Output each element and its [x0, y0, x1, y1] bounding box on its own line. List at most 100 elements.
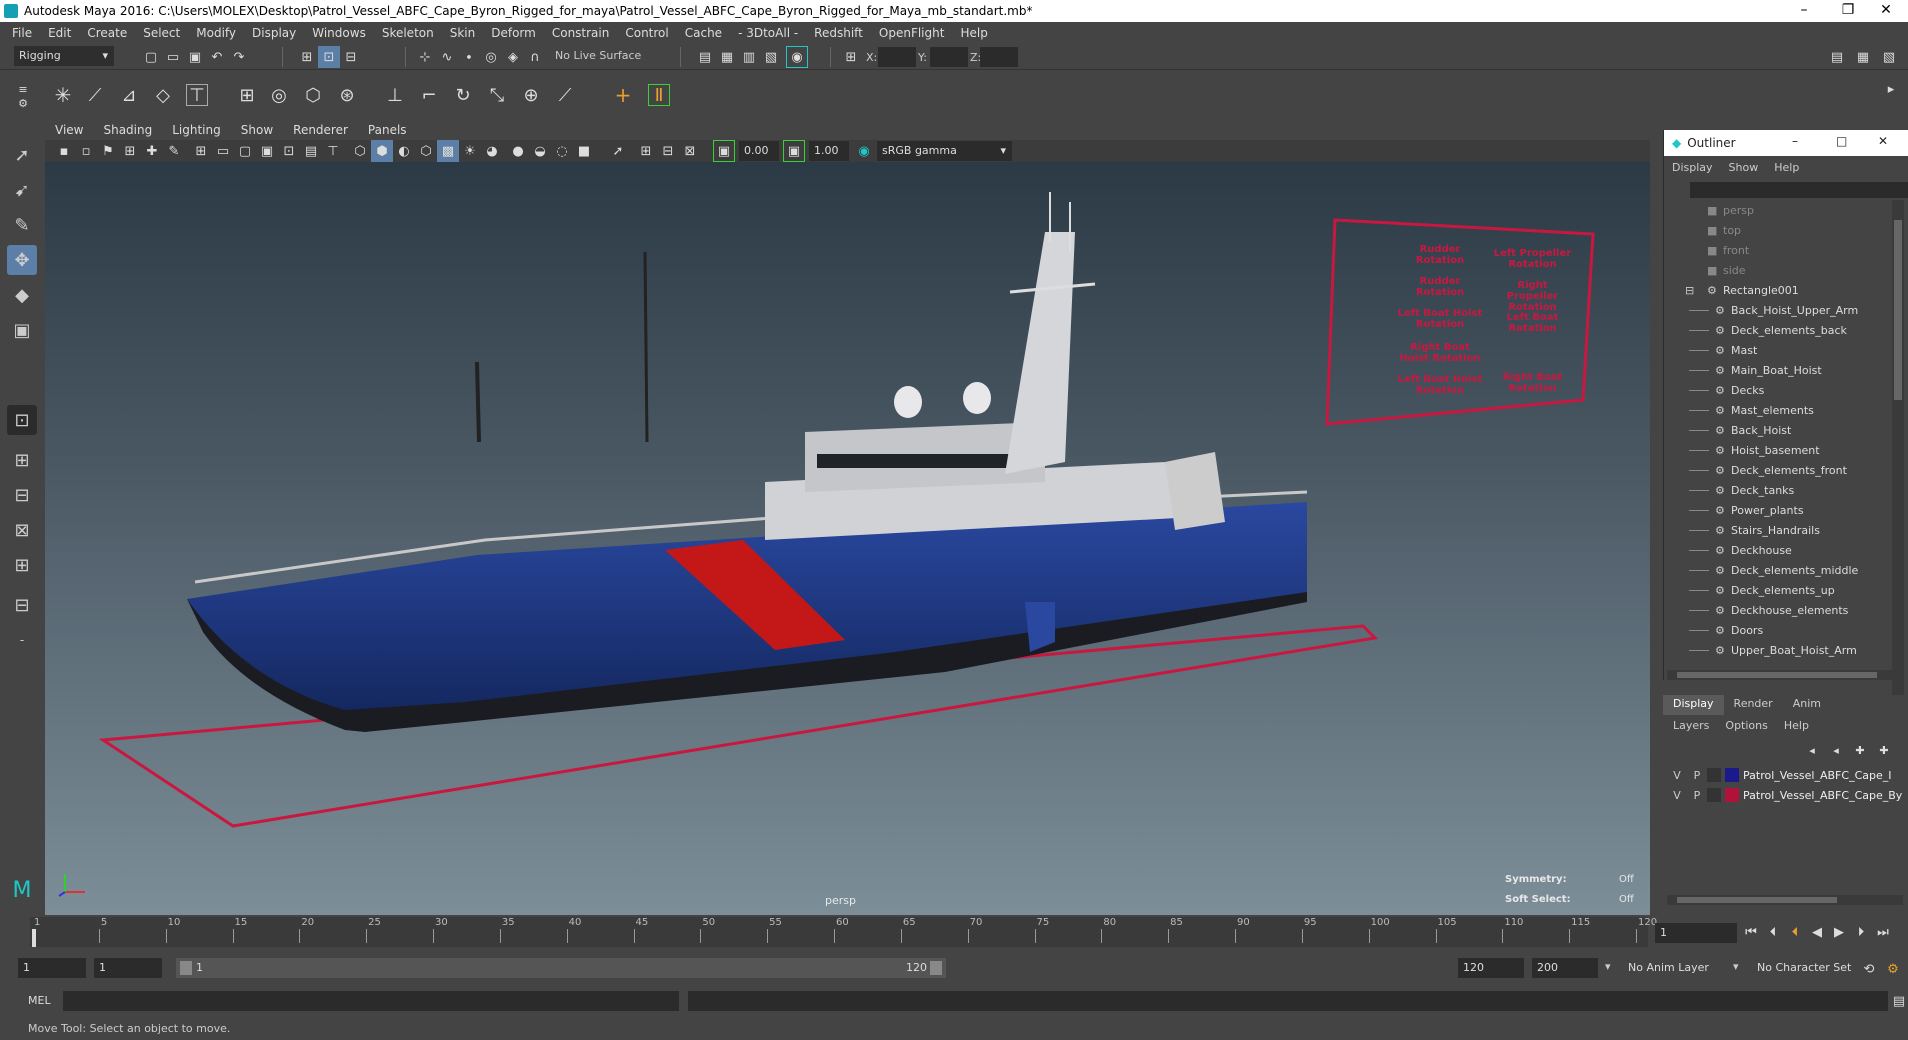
color-space-select[interactable]: sRGB gamma ▾ — [877, 141, 1012, 161]
menu-windows[interactable]: Windows — [304, 26, 374, 40]
move-layer-up-icon[interactable]: ◂ — [1801, 739, 1823, 761]
bookmark-icon[interactable]: ⚑ — [97, 140, 119, 162]
outliner-item[interactable]: ⚙ Stairs_Handrails — [1667, 520, 1893, 540]
animation-start-field[interactable]: 1 — [18, 958, 86, 978]
outliner-item[interactable]: ⚙ Decks — [1667, 380, 1893, 400]
current-time-marker[interactable] — [32, 929, 36, 947]
layout-menu-icon[interactable]: - — [7, 625, 37, 655]
render-settings-icon[interactable]: ▧ — [760, 46, 782, 68]
hypershade-icon[interactable]: ◉ — [786, 46, 808, 68]
bind-skin-icon[interactable]: ⊞ — [236, 84, 258, 106]
channel-box-icon[interactable]: ▦ — [1852, 46, 1874, 68]
outliner-item[interactable]: ⚙ Hoist_basement — [1667, 440, 1893, 460]
transform-mode-icon[interactable]: ⊞ — [840, 46, 862, 68]
outliner-item[interactable]: ⚙ Back_Hoist — [1667, 420, 1893, 440]
shadows-icon[interactable]: ◕ — [481, 140, 503, 162]
maximize-icon[interactable]: □ — [1836, 134, 1847, 148]
grease-pencil-icon[interactable]: ✎ — [163, 140, 185, 162]
minimize-icon[interactable]: – — [1792, 134, 1798, 148]
menu-constrain[interactable]: Constrain — [544, 26, 618, 40]
tab-display[interactable]: Display — [1663, 695, 1724, 715]
panel-menu-view[interactable]: View — [45, 123, 93, 137]
joint-tool-icon[interactable]: ✳ — [52, 83, 74, 107]
aim-constraint-icon[interactable]: ⌐ — [418, 84, 440, 106]
snap-grid-icon[interactable]: ⊹ — [414, 46, 436, 68]
menu-cache[interactable]: Cache — [677, 26, 730, 40]
mel-label[interactable]: MEL — [28, 994, 51, 1007]
gamma-field[interactable]: 1.00 — [809, 141, 849, 161]
panel-menu-renderer[interactable]: Renderer — [283, 123, 358, 137]
viewport-persp[interactable]: Rudder Rotation Left Propeller Rotation … — [45, 162, 1650, 915]
new-layer-selected-icon[interactable]: ✚ — [1873, 739, 1895, 761]
layer-playback[interactable]: P — [1687, 789, 1707, 802]
shelf-scroll-icon[interactable]: ▸ — [1880, 78, 1902, 100]
outliner-persp-icon[interactable]: ⊠ — [7, 515, 37, 545]
xray-icon[interactable]: ⊞ — [635, 140, 657, 162]
paint-select-icon[interactable]: ✎ — [7, 210, 37, 240]
camera-select-icon[interactable]: ▪ — [53, 140, 75, 162]
ik-spline-icon[interactable]: ⊿ — [118, 84, 140, 106]
play-forward-icon[interactable]: ▶ — [1828, 921, 1850, 943]
magnet-icon[interactable]: ∩ — [524, 46, 546, 68]
graph-persp-icon[interactable]: ⊞ — [7, 550, 37, 580]
panel-menu-shading[interactable]: Shading — [93, 123, 162, 137]
two-view-icon[interactable]: ⊟ — [7, 480, 37, 510]
range-start-handle[interactable] — [180, 961, 192, 975]
skin-cluster-icon[interactable]: ⊛ — [336, 84, 358, 106]
scale-constraint-icon[interactable]: ⤡ — [486, 84, 508, 106]
resolution-gate-icon[interactable]: ▢ — [234, 140, 256, 162]
playback-start-field[interactable]: 1 — [94, 958, 162, 978]
expand-collapse-icon[interactable]: ⊟ — [1685, 284, 1694, 297]
menu-select[interactable]: Select — [135, 26, 188, 40]
menu-deform[interactable]: Deform — [483, 26, 544, 40]
outliner-item[interactable]: ⚙ Main_Boat_Hoist — [1667, 360, 1893, 380]
depth-of-field-icon[interactable]: ■ — [573, 140, 595, 162]
animation-end-field[interactable]: 200 — [1532, 958, 1598, 978]
select-hierarchy-icon[interactable]: ⊞ — [296, 46, 318, 68]
layer-row[interactable]: V P Patrol_Vessel_ABFC_Cape_I — [1667, 765, 1903, 785]
mirror-joint-icon[interactable]: ⊤ — [186, 84, 208, 106]
new-layer-icon[interactable]: ✚ — [1849, 739, 1871, 761]
layer-playback[interactable]: P — [1687, 769, 1707, 782]
menu-skin[interactable]: Skin — [442, 26, 484, 40]
panel-menu-panels[interactable]: Panels — [358, 123, 417, 137]
tab-anim[interactable]: Anim — [1783, 695, 1831, 715]
layer-name[interactable]: Patrol_Vessel_ABFC_Cape_I — [1743, 769, 1891, 782]
new-scene-icon[interactable]: ▢ — [140, 46, 162, 68]
outliner-item[interactable]: ⚙ Deckhouse — [1667, 540, 1893, 560]
open-scene-icon[interactable]: ▭ — [162, 46, 184, 68]
layer-type-box[interactable] — [1707, 768, 1721, 782]
close-icon[interactable]: ✕ — [1878, 134, 1888, 148]
playback-end-field[interactable]: 120 — [1458, 958, 1524, 978]
step-back-key-icon[interactable]: ⏴ — [1762, 921, 1784, 943]
outliner-item[interactable]: ⚙ Deck_tanks — [1667, 480, 1893, 500]
time-slider[interactable]: 1 5 10 15 20 25 30 35 40 45 50 55 60 65 70 75 80 85 90 95 10… — [0, 915, 1908, 950]
outliner-item[interactable]: ■ front — [1667, 240, 1893, 260]
outliner-item[interactable]: ■ side — [1667, 260, 1893, 280]
snap-point-icon[interactable]: ∙ — [458, 46, 480, 68]
insert-joint-icon[interactable]: ◇ — [152, 84, 174, 106]
menu-redshift[interactable]: Redshift — [806, 26, 871, 40]
single-view-icon[interactable]: ⊡ — [7, 405, 37, 435]
outliner-item[interactable]: ⚙ Deck_elements_up — [1667, 580, 1893, 600]
gate-mask-icon[interactable]: ▣ — [256, 140, 278, 162]
outliner-item[interactable]: ⚙ Deck_elements_back — [1667, 320, 1893, 340]
live-surface-field[interactable]: No Live Surface — [550, 46, 650, 66]
exposure-icon[interactable]: ▣ — [713, 140, 735, 162]
outliner-item[interactable]: ⊟ ⚙ Rectangle001 — [1667, 280, 1893, 300]
rotate-tool-icon[interactable]: ◆ — [7, 280, 37, 310]
menu-control[interactable]: Control — [617, 26, 676, 40]
minimize-icon[interactable]: – — [1782, 0, 1826, 22]
preferences-icon[interactable]: ⚙ — [1882, 958, 1904, 980]
exposure-field[interactable]: 0.00 — [739, 141, 779, 161]
layer-row[interactable]: V P Patrol_Vessel_ABFC_Cape_By — [1667, 785, 1903, 805]
layer-type-box[interactable] — [1707, 788, 1721, 802]
ipr-render-icon[interactable]: ▥ — [738, 46, 760, 68]
layer-color-swatch[interactable] — [1725, 788, 1739, 802]
menu-create[interactable]: Create — [79, 26, 135, 40]
safe-action-icon[interactable]: ▤ — [300, 140, 322, 162]
render-view-icon[interactable]: ▦ — [716, 46, 738, 68]
outliner-item[interactable]: ⚙ Deck_elements_front — [1667, 460, 1893, 480]
camera-attr-icon[interactable]: ▫ — [75, 140, 97, 162]
close-icon[interactable]: ✕ — [1864, 0, 1908, 22]
